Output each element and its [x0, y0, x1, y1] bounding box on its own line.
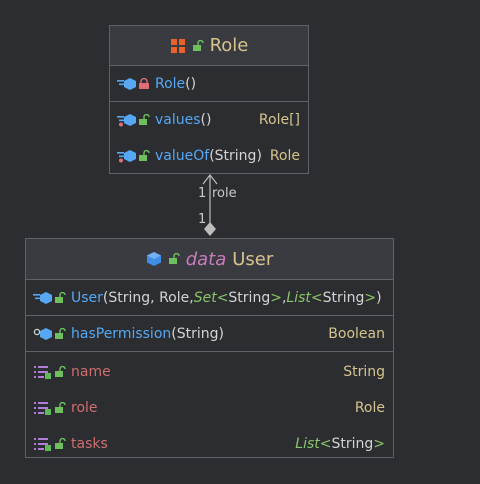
class-icon — [146, 252, 161, 266]
role-method-valueof[interactable]: valueOf (String) Role — [110, 138, 308, 174]
user-constructors: User (String, Role, Set < String >, List < Str… — [26, 280, 393, 316]
method-return-type: Role — [269, 148, 300, 164]
method-return-type: Boolean — [328, 325, 385, 342]
method-name: hasPermission — [71, 325, 172, 342]
public-lock-icon — [192, 39, 204, 51]
property-icon — [34, 438, 51, 451]
method-params: (String) — [171, 325, 224, 342]
property-icon — [34, 402, 51, 415]
role-class-header: Role — [110, 26, 308, 66]
user-class-name: User — [232, 248, 274, 270]
user-fields: name String role Role tasks List < Strin… — [26, 352, 393, 462]
method-name: valueOf — [155, 148, 210, 164]
public-lock-icon — [55, 291, 66, 303]
generic-bracket: < — [310, 289, 323, 306]
public-lock-icon — [139, 150, 150, 161]
generic-inner-type: String — [322, 289, 365, 306]
field-generic-type: List — [295, 436, 320, 452]
field-row[interactable]: name String — [26, 354, 393, 390]
generic-bracket: > — [364, 289, 377, 306]
constructor-icon — [33, 291, 52, 304]
role-method-values[interactable]: values() Role[] — [110, 102, 308, 138]
public-lock-icon — [55, 438, 66, 449]
public-lock-icon — [168, 253, 180, 264]
constructor-icon — [117, 77, 136, 90]
private-lock-icon — [139, 77, 149, 89]
public-lock-icon — [55, 366, 66, 377]
static-method-icon — [117, 114, 136, 127]
method-return-type: Role[] — [258, 112, 300, 128]
method-name: values — [155, 112, 201, 128]
user-class-box[interactable]: data User User (String, Role, Set < String >… — [25, 238, 394, 458]
generic-bracket: < — [319, 436, 332, 452]
method-icon — [33, 327, 52, 340]
public-lock-icon — [139, 114, 150, 125]
multiplicity-bottom: 1 — [198, 212, 207, 227]
generic-inner-type: String — [331, 436, 374, 452]
constructor-params-part: (String, Role, — [102, 289, 194, 306]
field-name: role — [71, 400, 98, 416]
property-icon — [34, 366, 51, 379]
role-constructor-row[interactable]: Role() — [110, 66, 308, 101]
generic-bracket: > — [270, 289, 282, 306]
role-constructor-params: () — [185, 75, 197, 92]
data-keyword: data — [185, 248, 227, 270]
field-type: String — [343, 364, 385, 380]
field-row[interactable]: tasks List < String > — [26, 426, 393, 462]
generic-type: Set — [193, 289, 217, 306]
role-class-box[interactable]: Role Role() values () Role[] valueOf (St… — [109, 25, 309, 174]
method-params: () — [200, 112, 212, 128]
role-constructor-name: Role — [155, 75, 186, 92]
user-constructor-name: User — [71, 289, 103, 306]
public-lock-icon — [55, 327, 66, 339]
enum-icon — [170, 38, 185, 53]
generic-bracket: > — [373, 436, 385, 452]
user-class-header: data User — [26, 239, 393, 280]
generic-type: List — [286, 289, 311, 306]
method-params: (String) — [209, 148, 262, 164]
role-methods: values() Role[] valueOf (String) Role — [110, 102, 308, 174]
user-method-haspermission[interactable]: hasPermission (String) Boolean — [26, 316, 393, 351]
static-method-icon — [117, 150, 136, 163]
association-label: role — [212, 186, 237, 201]
multiplicity-top: 1 — [198, 186, 207, 201]
field-row[interactable]: role Role — [26, 390, 393, 426]
field-name: name — [71, 364, 111, 380]
role-constructors: Role() — [110, 66, 308, 102]
generic-bracket: < — [216, 289, 229, 306]
field-name: tasks — [71, 436, 108, 452]
role-class-name: Role — [209, 35, 249, 56]
params-end: ) — [376, 289, 382, 306]
generic-inner-type: String — [228, 289, 271, 306]
public-lock-icon — [55, 402, 66, 413]
user-constructor-row[interactable]: User (String, Role, Set < String >, List < Str… — [26, 280, 393, 315]
user-methods: hasPermission (String) Boolean — [26, 316, 393, 352]
field-type: Role — [354, 400, 385, 416]
